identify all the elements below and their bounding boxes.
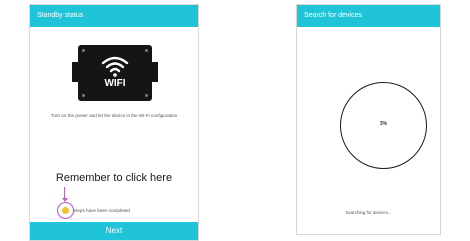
wifi-module-icon: WIFI <box>72 45 158 101</box>
titlebar: Search for devices <box>297 5 440 27</box>
screen-title: Search for devices <box>304 12 362 19</box>
screen-title: Standby status <box>37 12 84 19</box>
steps-completed-checkbox[interactable] <box>62 207 69 214</box>
instruction-text: Turn on the power and let the device in … <box>50 113 178 118</box>
callout-text: Remember to click here <box>55 172 173 184</box>
next-button[interactable]: Next <box>30 222 198 240</box>
standby-status-screen: Standby status WIFI Turn on the power an… <box>29 4 199 241</box>
progress-percent: 3% <box>379 121 388 127</box>
steps-completed-label[interactable]: Steps have been completed <box>73 208 130 213</box>
device-label: WIFI <box>104 78 126 89</box>
wifi-signal-icon <box>101 56 129 77</box>
search-devices-screen: Search for devices 3% Searching for devi… <box>296 4 441 235</box>
searching-status: Searching for devices... <box>345 210 392 215</box>
titlebar: Standby status <box>30 5 198 27</box>
